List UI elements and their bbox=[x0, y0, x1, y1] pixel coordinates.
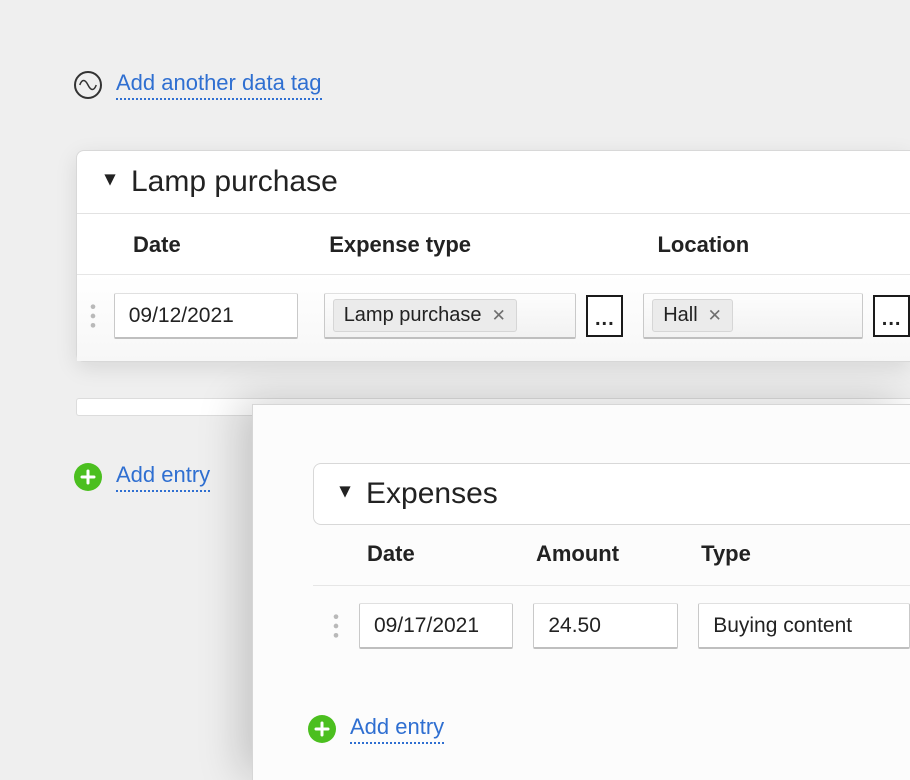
add-data-tag-link[interactable]: Add another data tag bbox=[116, 70, 322, 100]
type-field[interactable]: Buying content bbox=[698, 603, 910, 649]
table-row: 09/12/2021 Lamp purchase ✕ ... Hall ✕ ..… bbox=[77, 275, 910, 361]
add-entry-link[interactable]: Add entry bbox=[350, 714, 444, 744]
location-chip: Hall ✕ bbox=[652, 299, 733, 332]
sine-icon bbox=[74, 71, 102, 99]
col-header-expense-type: Expense type bbox=[329, 232, 657, 258]
remove-chip-icon[interactable]: ✕ bbox=[708, 306, 722, 326]
drag-handle-icon[interactable] bbox=[77, 302, 110, 330]
plus-circle-icon bbox=[74, 463, 102, 491]
date-field[interactable]: 09/17/2021 bbox=[359, 603, 513, 649]
chip-label: Lamp purchase bbox=[344, 304, 482, 327]
location-field[interactable]: Hall ✕ bbox=[643, 293, 863, 339]
table-row: 09/17/2021 24.50 Buying content bbox=[313, 603, 910, 649]
expense-type-field[interactable]: Lamp purchase ✕ bbox=[324, 293, 577, 339]
col-header-date: Date bbox=[133, 232, 329, 258]
card-title: Expenses bbox=[366, 477, 498, 511]
lamp-purchase-card: Lamp purchase Date Expense type Location… bbox=[76, 150, 910, 362]
col-header-type: Type bbox=[701, 541, 910, 567]
plus-circle-icon bbox=[308, 715, 336, 743]
col-header-location: Location bbox=[657, 232, 910, 258]
expense-type-chip: Lamp purchase ✕ bbox=[333, 299, 517, 332]
collapse-caret-icon[interactable] bbox=[103, 173, 117, 192]
remove-chip-icon[interactable]: ✕ bbox=[492, 306, 506, 326]
location-picker-button[interactable]: ... bbox=[873, 295, 910, 337]
date-field[interactable]: 09/12/2021 bbox=[114, 293, 298, 339]
chip-label: Hall bbox=[663, 304, 697, 327]
add-entry-link[interactable]: Add entry bbox=[116, 462, 210, 492]
collapse-caret-icon[interactable] bbox=[338, 485, 352, 504]
amount-field[interactable]: 24.50 bbox=[533, 603, 678, 649]
drag-handle-icon[interactable] bbox=[313, 612, 359, 640]
column-headers: Date Amount Type bbox=[313, 541, 910, 586]
col-header-date: Date bbox=[367, 541, 536, 567]
col-header-amount: Amount bbox=[536, 541, 701, 567]
card-title: Lamp purchase bbox=[131, 165, 338, 199]
column-headers: Date Expense type Location bbox=[77, 214, 910, 275]
expense-type-picker-button[interactable]: ... bbox=[586, 295, 623, 337]
